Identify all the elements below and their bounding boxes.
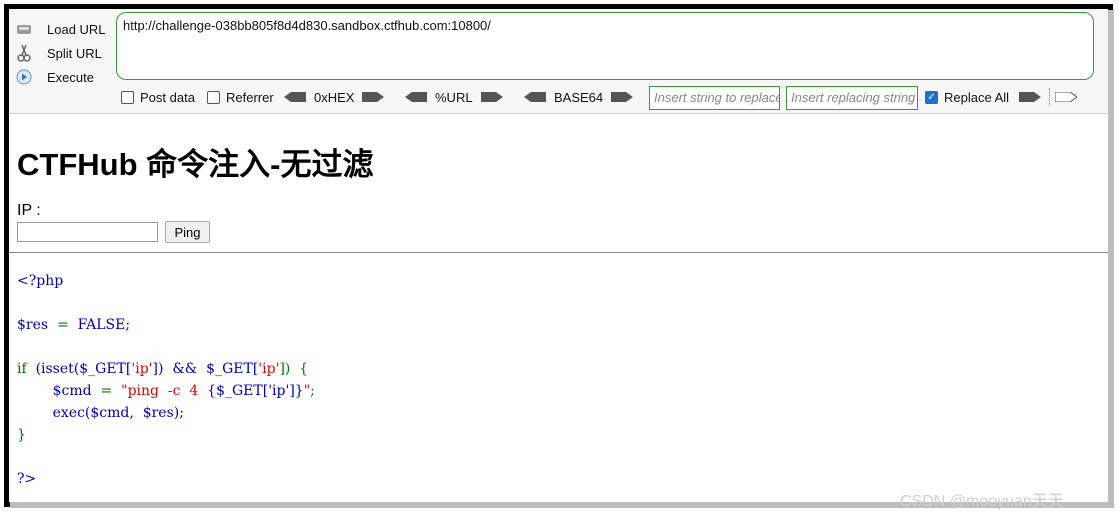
url-textarea[interactable]: http://challenge-038bb805f8d4d830.sandbo… [116, 12, 1094, 80]
replace-undo-arrow-icon[interactable] [1055, 92, 1078, 102]
code-op: = [48, 317, 78, 333]
code-var: $res [17, 317, 49, 333]
execute-label: Execute [47, 69, 94, 85]
hex-label: 0xHEX [314, 89, 355, 105]
replace-all-label: Replace All [944, 89, 1010, 105]
left-arrow-icon[interactable] [284, 92, 306, 102]
code-line-if: if (isset($_GET['ip']) && $_GET['ip']) { [17, 361, 308, 377]
referrer-label: Referrer [226, 89, 274, 105]
left-arrow-icon[interactable] [524, 92, 546, 102]
base64-label: BASE64 [554, 89, 604, 105]
base64-encoder[interactable]: BASE64 [524, 86, 634, 108]
urlenc-label: %URL [435, 89, 473, 105]
code-str: 'ip' [258, 361, 280, 377]
load-url-label: Load URL [47, 21, 106, 37]
code-get: $_GET[ [79, 361, 132, 377]
browser-window: Load URL Split URL Execute http://challe… [4, 4, 1113, 507]
code-line-exec: exec($cmd, $res); [17, 405, 184, 421]
code-str: 'ip' [131, 361, 153, 377]
code-get: $_GET[ [206, 361, 259, 377]
hackbar-toolbar: Load URL Split URL Execute http://challe… [9, 9, 1108, 114]
load-url-button[interactable]: Load URL [15, 18, 106, 40]
replace-all-toggle[interactable]: ✓ Replace All [925, 86, 1078, 108]
replace-right-arrow-icon[interactable] [1019, 92, 1042, 102]
code-brace: ]) { [279, 361, 309, 377]
separator [1049, 88, 1051, 106]
code-fn: (isset( [35, 361, 80, 377]
code-line-res: $res = FALSE; [17, 317, 130, 333]
ping-button[interactable]: Ping [165, 221, 210, 243]
split-url-label: Split URL [47, 45, 102, 61]
ip-label: IP : [17, 202, 41, 219]
code-val: FALSE; [77, 317, 131, 333]
referrer-checkbox[interactable] [207, 90, 220, 104]
right-arrow-icon[interactable] [480, 92, 503, 102]
split-url-button[interactable]: Split URL [15, 42, 102, 64]
left-arrow-icon[interactable] [405, 92, 427, 102]
scissors-icon [15, 44, 33, 62]
shadow [1108, 10, 1114, 507]
code-line-open-tag: <?php [17, 273, 64, 289]
code-line-close-tag: ?> [17, 471, 37, 487]
hex-encoder[interactable]: 0xHEX [284, 86, 385, 108]
post-data-checkbox[interactable] [121, 90, 134, 104]
code-str: "ping -c 4 [121, 383, 208, 399]
referrer-toggle[interactable]: Referrer [207, 86, 274, 108]
watermark: CSDN @mooyuan天天 [900, 493, 1064, 510]
replace-all-checkbox[interactable]: ✓ [925, 90, 938, 104]
right-arrow-icon[interactable] [362, 92, 385, 102]
code-line-close-brace: } [17, 427, 26, 443]
code-interp: {$_GET['ip']} [207, 383, 304, 399]
replace-with-input[interactable]: Insert replacing string [786, 86, 918, 110]
divider [9, 252, 1108, 253]
ip-input[interactable] [17, 222, 158, 242]
play-icon [15, 68, 33, 86]
code-keyword: if [17, 361, 36, 377]
url-encoder[interactable]: %URL [405, 86, 503, 108]
page-title: CTFHub 命令注入-无过滤 [17, 147, 374, 182]
code-line-cmd: $cmd = "ping -c 4 {$_GET['ip']}"; [17, 383, 315, 399]
code-op: = [91, 383, 122, 399]
execute-button[interactable]: Execute [15, 66, 94, 88]
code-var: $cmd [17, 383, 92, 399]
post-data-label: Post data [140, 89, 195, 105]
code-op: ]) && [152, 361, 207, 377]
right-arrow-icon[interactable] [611, 92, 634, 102]
post-data-toggle[interactable]: Post data [121, 86, 195, 108]
load-url-icon [15, 20, 33, 38]
replace-search-input[interactable]: Insert string to replace [649, 86, 780, 110]
code-semi: ; [310, 383, 315, 399]
